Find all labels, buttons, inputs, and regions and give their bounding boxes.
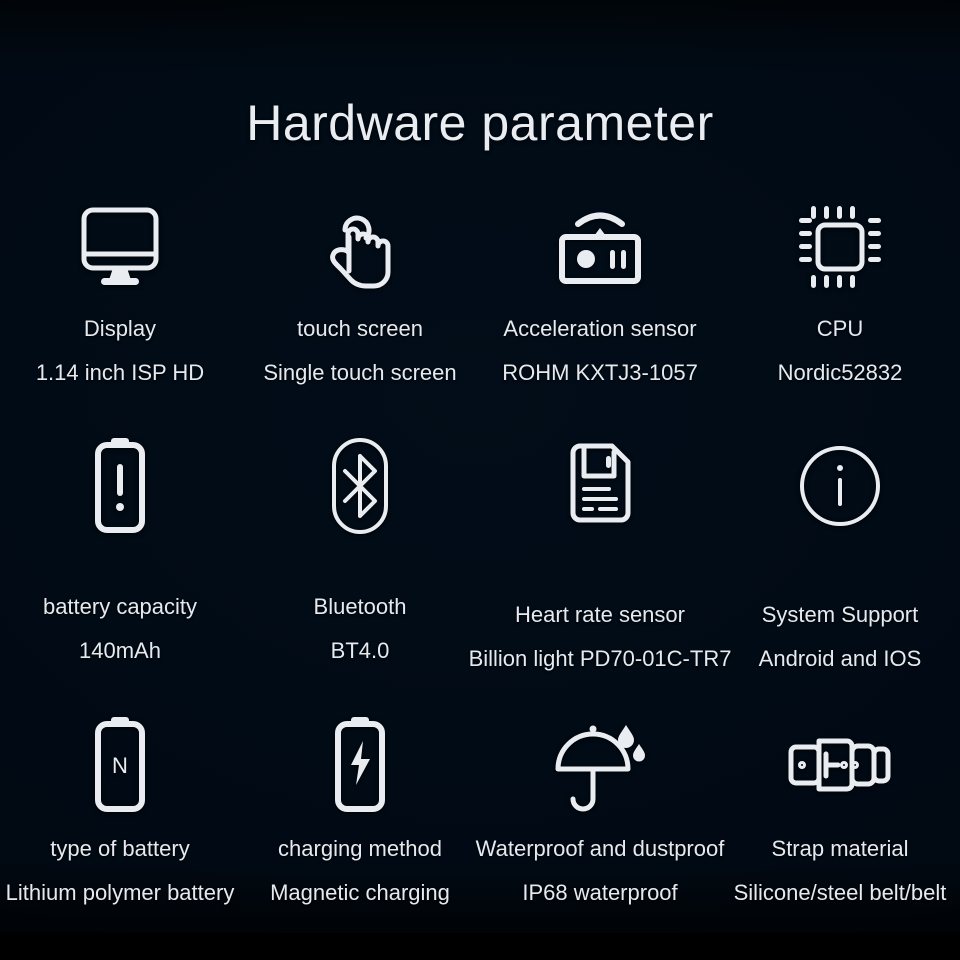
spec-value: Single touch screen xyxy=(263,360,457,385)
spec-row-1: Display 1.14 inch ISP HD touch screen Si… xyxy=(0,196,960,384)
spec-value: BT4.0 xyxy=(330,638,390,663)
battery-alert-icon xyxy=(0,430,240,542)
spec-value: Billion light PD70-01C-TR7 xyxy=(468,646,732,671)
spec-item-strap-material: Strap material Silicone/steel belt/belt xyxy=(720,710,960,904)
acceleration-sensor-icon xyxy=(480,196,720,298)
spec-label: type of battery xyxy=(50,836,190,861)
spec-value: Android and IOS xyxy=(758,646,922,671)
spec-label: battery capacity xyxy=(42,594,198,619)
spec-item-cpu: CPU Nordic52832 xyxy=(720,196,960,384)
spec-value: ROHM KXTJ3-1057 xyxy=(502,360,698,385)
spec-label: Display xyxy=(83,316,157,341)
spec-value: 140mAh xyxy=(79,638,161,663)
spec-value: 1.14 inch ISP HD xyxy=(35,360,205,385)
svg-text:N: N xyxy=(112,753,128,778)
umbrella-rain-icon xyxy=(480,710,720,820)
battery-charging-icon xyxy=(240,710,480,820)
spec-item-bluetooth: Bluetooth BT4.0 xyxy=(240,430,480,662)
spec-item-waterproof: Waterproof and dustproof IP68 waterproof xyxy=(476,710,724,905)
spec-value: Magnetic charging xyxy=(270,880,450,905)
spec-row-3: N type of battery Lithium polymer batter… xyxy=(0,710,960,904)
spec-label: charging method xyxy=(278,836,442,861)
spec-label: Strap material xyxy=(771,836,909,861)
watch-strap-icon xyxy=(720,710,960,820)
spec-item-heart-rate-sensor: Heart rate sensor Billion light PD70-01C… xyxy=(469,430,731,670)
spec-value: Silicone/steel belt/belt xyxy=(733,880,947,905)
page-title: Hardware parameter xyxy=(246,95,714,151)
spec-item-touch-screen: touch screen Single touch screen xyxy=(240,196,480,384)
spec-label: CPU xyxy=(816,316,864,341)
hardware-parameter-page: Hardware parameter Display 1.14 inch ISP… xyxy=(0,0,960,960)
monitor-display-icon xyxy=(0,196,240,298)
spec-label: Bluetooth xyxy=(313,594,407,619)
spec-item-display: Display 1.14 inch ISP HD xyxy=(0,196,240,384)
spec-value: Lithium polymer battery xyxy=(5,880,235,905)
touch-hand-icon xyxy=(240,196,480,298)
spec-item-system-support: System Support Android and IOS xyxy=(720,430,960,670)
spec-item-charging-method: charging method Magnetic charging xyxy=(240,710,480,904)
bluetooth-icon xyxy=(240,430,480,542)
spec-value: IP68 waterproof xyxy=(522,880,678,905)
spec-item-battery-capacity: battery capacity 140mAh xyxy=(0,430,240,662)
cpu-chip-icon xyxy=(720,196,960,298)
battery-type-icon: N xyxy=(0,710,240,820)
spec-label: Waterproof and dustproof xyxy=(475,836,725,861)
spec-label: touch screen xyxy=(297,316,423,341)
spec-row-2: battery capacity 140mAh Bluetooth BT4.0 xyxy=(0,430,960,670)
spec-label: Acceleration sensor xyxy=(503,316,697,341)
document-sensor-icon xyxy=(480,430,720,542)
spec-label: Heart rate sensor xyxy=(515,602,685,627)
spec-value: Nordic52832 xyxy=(777,360,903,385)
spec-item-acceleration-sensor: Acceleration sensor ROHM KXTJ3-1057 xyxy=(480,196,720,384)
spec-item-battery-type: N type of battery Lithium polymer batter… xyxy=(0,710,240,904)
info-circle-icon xyxy=(720,430,960,542)
spec-label: System Support xyxy=(761,602,919,627)
